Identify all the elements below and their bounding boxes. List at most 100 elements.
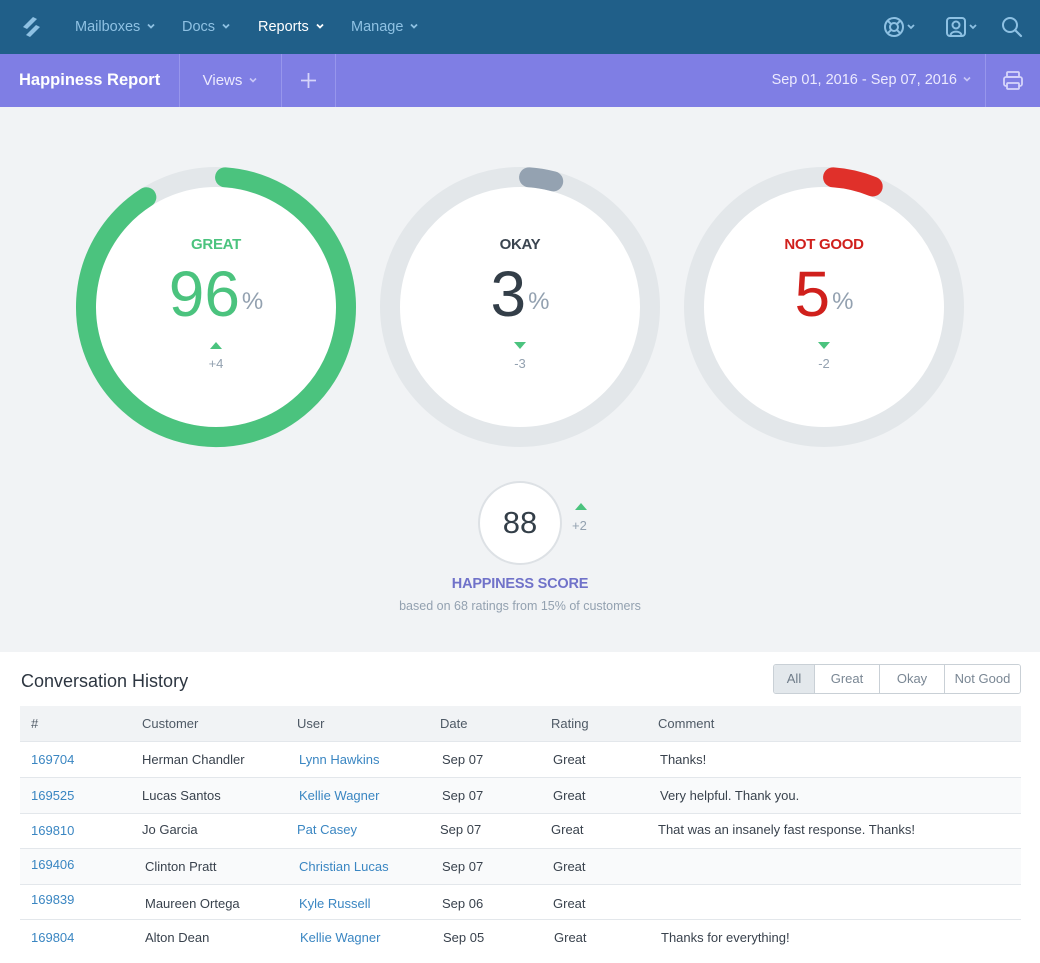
filter-great[interactable]: Great [814,665,879,693]
chevron-down-icon [249,77,257,83]
nav-docs-label: Docs [182,19,216,35]
date-range-label: Sep 01, 2016 - Sep 07, 2016 [771,72,957,88]
table-header: # Customer User Date Rating Comment [20,706,1021,741]
date: Sep 05 [443,930,485,945]
gauge-great-label: GREAT [191,236,241,253]
add-view-button[interactable] [282,54,335,107]
gauge-not-good-value: 5% [683,254,965,334]
chevron-down-icon [316,24,324,29]
views-dropdown[interactable]: Views [180,54,281,107]
section-title: Conversation History [21,671,189,691]
gauge-okay-value: 3% [379,254,661,334]
column-customer[interactable]: Customer [142,706,198,741]
nav-reports-label: Reports [258,19,309,35]
percent-sign: % [832,288,854,315]
happiness-score-value: 88 [478,481,562,565]
gauge-not-good-number: 5 [794,258,831,330]
comment: That was an insanely fast response. Than… [658,822,916,837]
customer-name: Jo Garcia [142,822,198,837]
trend-up-icon [210,342,222,349]
gauge-okay-number: 3 [490,258,527,330]
plus-icon [301,73,316,88]
nav-reports[interactable]: Reports [258,0,325,54]
column-comment[interactable]: Comment [658,706,714,741]
happiness-score-label: HAPPINESS SCORE [451,576,589,592]
happiness-score-delta: +2 [572,518,587,533]
rating-filter: All Great Okay Not Good [773,664,1021,694]
account-menu-button[interactable] [945,14,981,40]
gauge-great: GREAT 96% +4 [75,166,357,448]
user-link[interactable]: Lynn Hawkins [299,742,379,777]
conversation-id-link[interactable]: 169525 [31,778,74,813]
gauge-okay: OKAY 3% -3 [379,166,661,448]
date: Sep 07 [440,822,482,837]
conversation-id-link[interactable]: 169406 [31,847,74,882]
gauge-great-number: 96 [168,258,240,330]
trend-down-icon [818,342,830,349]
nav-manage-label: Manage [351,19,404,35]
chevron-down-icon [147,24,155,29]
gauge-okay-label: OKAY [499,236,541,253]
gauge-not-good-delta: -2 [818,356,830,371]
gauge-great-value: 96% [75,254,357,334]
column-user[interactable]: User [297,706,324,741]
comment: Thanks! [660,752,707,767]
table-row[interactable]: 169406 Clinton Pratt Christian Lucas Sep… [20,848,1021,884]
divider [335,54,336,107]
conversation-id-link[interactable]: 169810 [31,813,74,848]
user-link[interactable]: Christian Lucas [299,849,389,884]
report-header-bar: Happiness Report Views Sep 01, 2016 - Se… [0,54,1040,107]
rating: Great [553,896,586,911]
nav-mailboxes[interactable]: Mailboxes [75,0,156,54]
column-date[interactable]: Date [440,706,467,741]
date: Sep 07 [442,752,484,767]
table-row[interactable]: 169704 Herman Chandler Lynn Hawkins Sep … [20,741,1021,777]
table-row[interactable]: 169525 Lucas Santos Kellie Wagner Sep 07… [20,777,1021,813]
table-row[interactable]: 169839 Maureen Ortega Kyle Russell Sep 0… [20,884,1021,919]
trend-down-icon [514,342,526,349]
top-navigation: Mailboxes Docs Reports Manage [0,0,1040,54]
comment: Thanks for everything! [661,930,790,945]
date: Sep 07 [442,788,484,803]
user-link[interactable]: Kellie Wagner [299,778,379,813]
rating: Great [553,788,586,803]
page-title: Happiness Report [19,71,161,89]
chevron-down-icon [222,24,230,29]
rating: Great [553,859,586,874]
percent-sign: % [241,288,264,315]
chevron-down-icon [963,77,971,82]
date: Sep 07 [442,859,484,874]
user-link[interactable]: Pat Casey [297,812,357,847]
filter-all[interactable]: All [774,665,814,693]
user-profile-icon [946,17,977,37]
table-row[interactable]: 169804 Alton Dean Kellie Wagner Sep 05 G… [20,919,1021,955]
column-rating[interactable]: Rating [551,706,589,741]
search-icon [1002,17,1023,38]
customer-name: Alton Dean [145,930,210,945]
user-link[interactable]: Kyle Russell [299,886,371,921]
rating: Great [553,752,586,767]
nav-docs[interactable]: Docs [182,0,231,54]
customer-name: Lucas Santos [142,788,221,803]
conversation-id-link[interactable]: 169704 [31,742,74,777]
gauge-okay-delta: -3 [514,356,526,371]
conversation-id-link[interactable]: 169839 [31,882,74,917]
gauge-great-delta: +4 [208,356,224,371]
date-range-picker[interactable]: Sep 01, 2016 - Sep 07, 2016 [772,54,972,107]
customer-name: Herman Chandler [142,752,245,767]
filter-okay[interactable]: Okay [879,665,944,693]
helpscout-logo-icon[interactable] [20,15,44,39]
rating: Great [551,822,584,837]
conversation-id-link[interactable]: 169804 [31,920,74,955]
help-menu-button[interactable] [883,14,919,40]
user-link[interactable]: Kellie Wagner [300,920,380,955]
search-button[interactable] [1000,14,1024,40]
lifebuoy-icon [884,17,915,37]
table-row[interactable]: 169810 Jo Garcia Pat Casey Sep 07 Great … [20,813,1021,848]
views-label: Views [202,72,243,89]
print-button[interactable] [986,54,1040,107]
nav-manage[interactable]: Manage [351,0,419,54]
column-id[interactable]: # [31,706,38,741]
comment: Very helpful. Thank you. [660,788,800,803]
filter-not-good[interactable]: Not Good [944,665,1020,693]
